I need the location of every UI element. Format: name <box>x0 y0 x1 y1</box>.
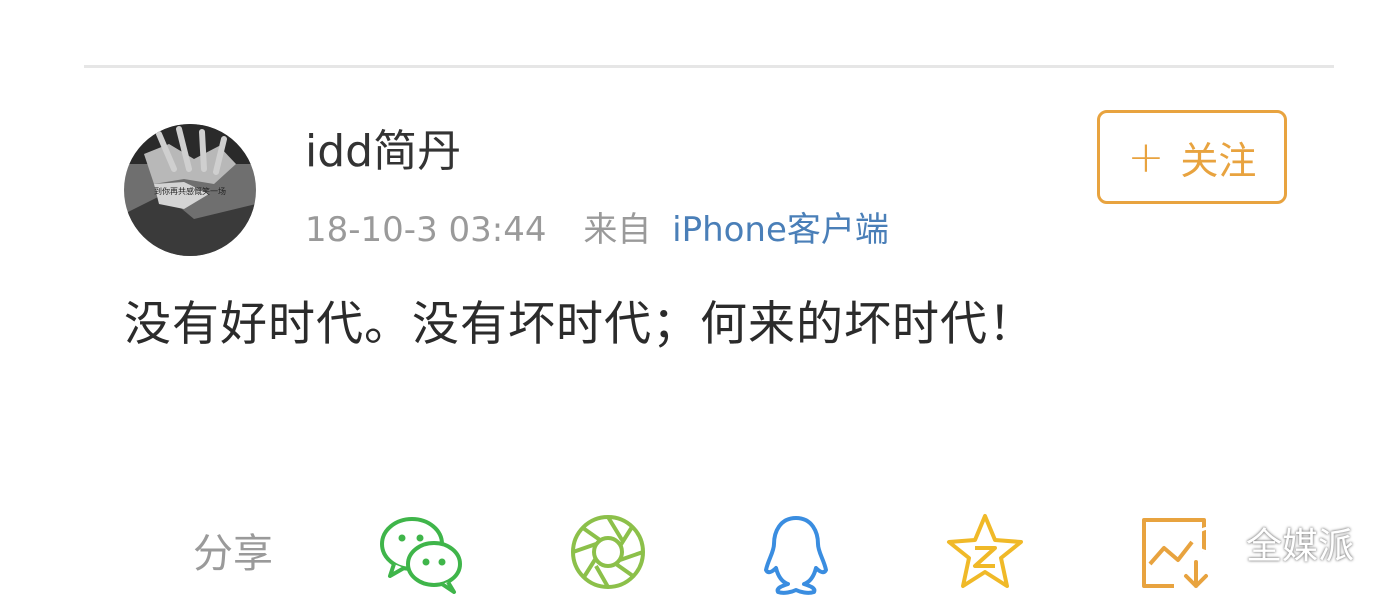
avatar-image: 到你再共感慨笑一场 <box>124 124 256 256</box>
avatar[interactable]: 到你再共感慨笑一场 <box>124 124 256 256</box>
moments-icon[interactable] <box>568 512 648 592</box>
watermark-text: 全媒派 <box>1246 526 1355 567</box>
post-timestamp: 18-10-3 03:44 <box>305 210 547 250</box>
top-divider <box>84 65 1334 68</box>
source-app-link[interactable]: iPhone客户端 <box>672 210 889 250</box>
post-meta: 18-10-3 03:44 来自 iPhone客户端 <box>305 210 889 251</box>
follow-label: 关注 <box>1180 138 1257 183</box>
watermark: 全媒派 <box>1192 517 1354 569</box>
follow-button[interactable]: + 关注 <box>1097 110 1287 204</box>
wechat-watermark-icon <box>1193 526 1237 561</box>
share-label: 分享 <box>193 531 273 577</box>
wechat-icon[interactable] <box>378 512 466 594</box>
qq-icon[interactable] <box>762 512 830 596</box>
username[interactable]: idd简丹 <box>305 126 461 179</box>
plus-icon: + <box>1127 131 1165 183</box>
qzone-icon[interactable] <box>945 512 1025 592</box>
source-prefix: 来自 <box>583 210 652 250</box>
post-text: 没有好时代。没有坏时代；何来的坏时代！ <box>124 297 1036 352</box>
avatar-caption: 到你再共感慨笑一场 <box>154 186 226 196</box>
